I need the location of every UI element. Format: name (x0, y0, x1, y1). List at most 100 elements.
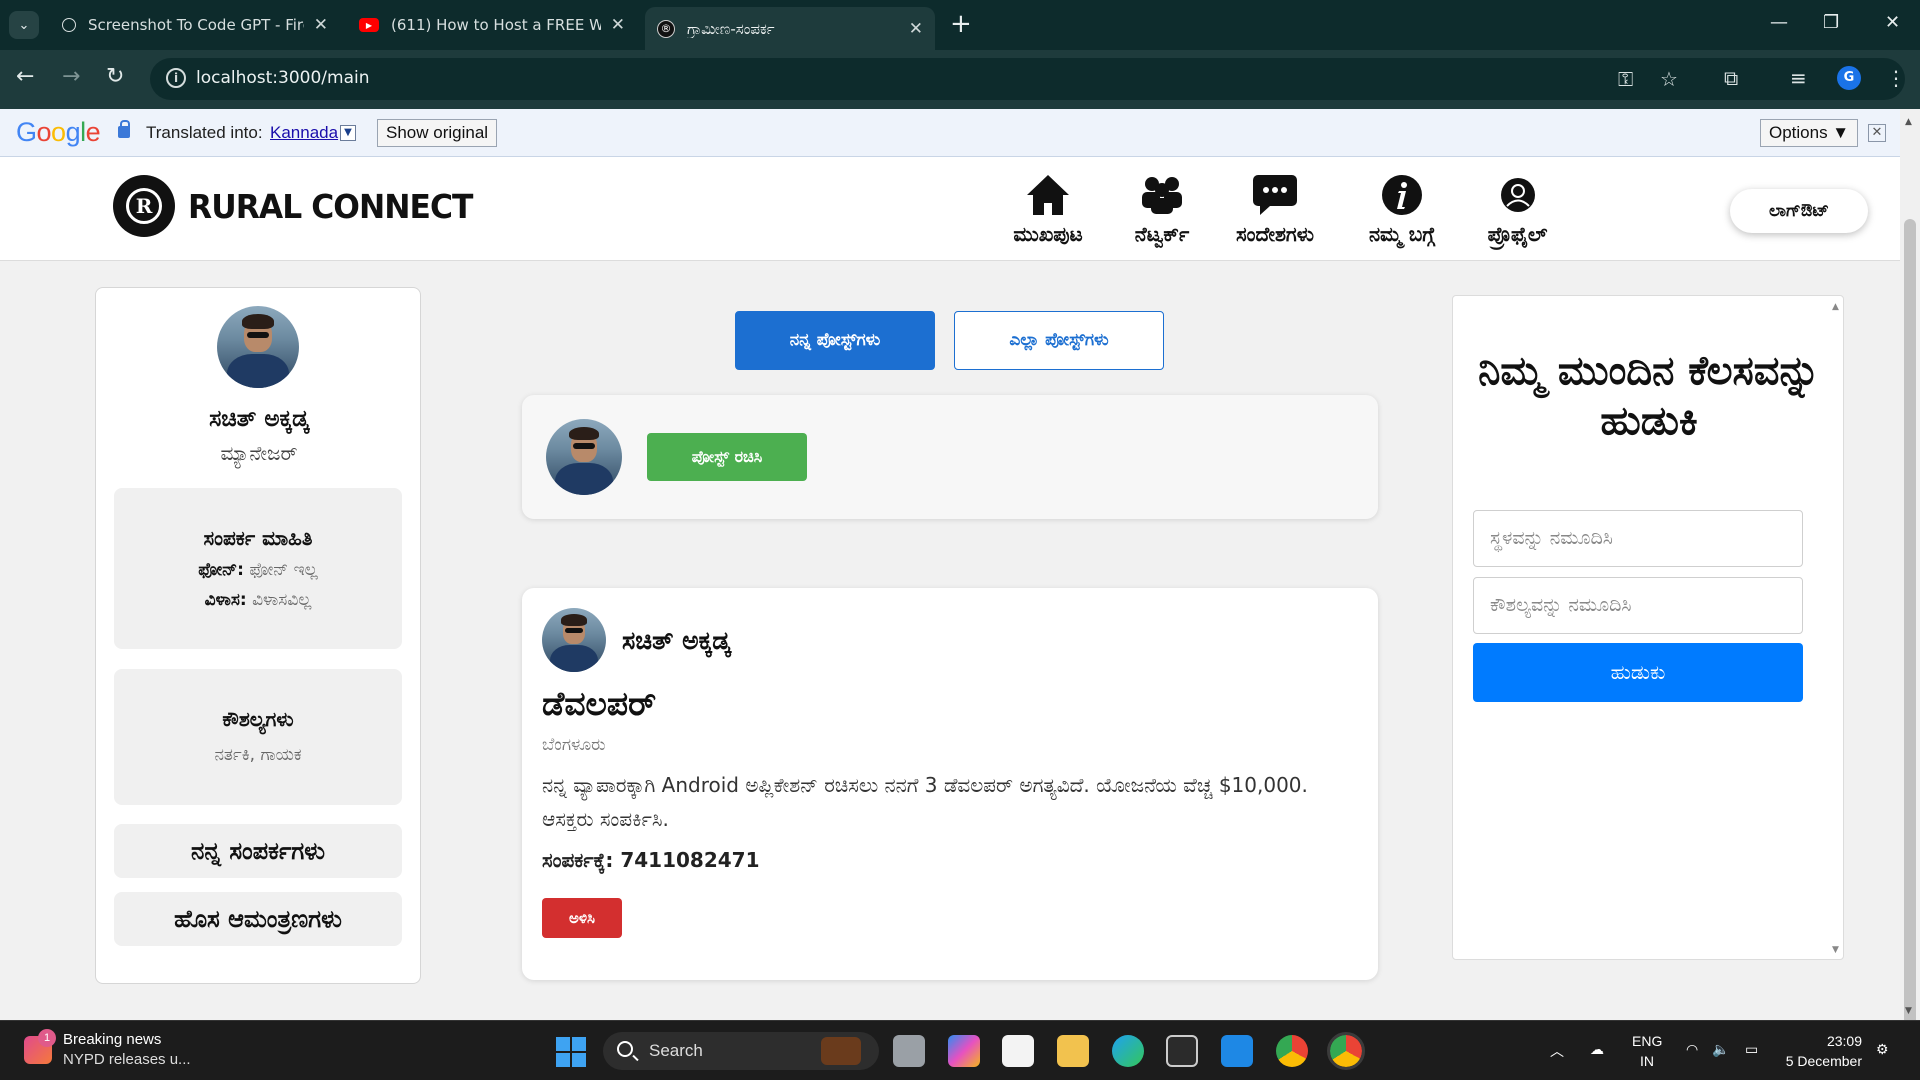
brand-name[interactable]: RURAL CONNECT (188, 187, 473, 226)
onedrive-icon[interactable]: ☁ (1590, 1041, 1604, 1058)
phone-label: ಫೋನ್: (198, 560, 244, 580)
chrome-icon[interactable] (1276, 1035, 1308, 1067)
all-posts-tab[interactable]: ಎಲ್ಲಾ ಪೋಸ್ಟ್‌ಗಳು (954, 311, 1164, 370)
close-tab-icon[interactable]: ✕ (314, 15, 328, 35)
nav-label: ನೆಟ್ವರ್ಕ್ (1134, 222, 1190, 246)
network-icon (1112, 171, 1212, 219)
scroll-up-icon[interactable]: ▲ (1905, 117, 1912, 127)
new-invitations-button[interactable]: ಹೊಸ ಆಮಂತ್ರಣಗಳು (114, 892, 402, 946)
back-icon[interactable]: ← (16, 64, 34, 89)
scrollbar-thumb[interactable] (1904, 219, 1916, 1064)
nav-about[interactable]: ನಮ್ಮ ಬಗ್ಗೆ (1352, 171, 1452, 246)
news-title[interactable]: Breaking news (63, 1031, 161, 1048)
show-original-button[interactable]: Show original (377, 119, 498, 147)
info-icon (1352, 171, 1452, 219)
wifi-icon[interactable]: ◠ (1686, 1041, 1698, 1058)
openai-icon (62, 18, 76, 32)
site-info-icon[interactable]: i (166, 68, 186, 88)
nav-label: ಪ್ರೊಫೈಲ್ (1487, 222, 1548, 246)
battery-icon[interactable]: ▭ (1745, 1041, 1758, 1058)
my-posts-tab[interactable]: ನನ್ನ ಪೋಸ್ಟ್‌ಗಳು (735, 311, 935, 370)
news-subtitle[interactable]: NYPD releases u... (63, 1051, 191, 1068)
translated-into-label: Translated into: (146, 123, 263, 142)
nav-home[interactable]: ಮುಖಪುಟ (1000, 171, 1096, 246)
post-title: ಡೆವಲಪರ್ (542, 684, 657, 723)
page-scrollbar[interactable]: ▲ ▼ (1900, 109, 1920, 1064)
close-window-icon[interactable]: ✕ (1885, 12, 1900, 33)
scroll-down-icon[interactable]: ▼ (1905, 1006, 1912, 1016)
fireplace-icon (821, 1037, 861, 1065)
language-dropdown-icon[interactable]: ▼ (340, 125, 356, 141)
address-label: ವಿಳಾಸ: (204, 590, 247, 610)
file-explorer-icon[interactable] (1057, 1035, 1089, 1067)
browser-tab-2[interactable]: ▶ (611) How to Host a FREE Webs ✕ (347, 7, 637, 43)
browser-tab-strip: ⌄ Screenshot To Code GPT - Fireb ✕ ▶ (61… (0, 0, 1920, 50)
taskbar-clock[interactable]: 23:09 5 December (1782, 1031, 1862, 1071)
contact-info-heading: ಸಂಪರ್ಕ ಮಾಹಿತಿ (203, 526, 313, 550)
news-badge: 1 (38, 1029, 56, 1047)
edge-icon[interactable] (1112, 1035, 1144, 1067)
browser-tab-1[interactable]: Screenshot To Code GPT - Fireb ✕ (50, 7, 340, 43)
url-text: localhost:3000/main (196, 68, 370, 88)
reload-icon[interactable]: ↻ (106, 64, 124, 89)
card-scrollbar[interactable]: ▲ ▼ (1828, 296, 1844, 959)
profile-avatar-icon[interactable]: G (1837, 66, 1861, 90)
search-jobs-button[interactable]: ಹುಡುಕು (1473, 643, 1803, 702)
logout-button[interactable]: ಲಾಗ್ಔಟ್ (1730, 189, 1868, 233)
phone-value: ಫೋನ್ ಇಲ್ಲ (249, 560, 318, 580)
extensions-icon[interactable]: ⧉ (1724, 66, 1738, 90)
contact-info-box: ಸಂಪರ್ಕ ಮಾಹಿತಿ ಫೋನ್: ಫೋನ್ ಇಲ್ಲ ವಿಳಾಸ: ವಿಳ… (114, 488, 402, 649)
browser-tab-3-active[interactable]: ® ಗ್ರಾಮೀಣ-ಸಂಪರ್ಕ ✕ (645, 7, 935, 50)
tab-search-button[interactable]: ⌄ (9, 11, 39, 39)
profile-icon (1470, 171, 1565, 219)
job-search-title: ನಿಮ್ಮ ಮುಂದಿನ ಕೆಲಸವನ್ನು ಹುಡುಕಿ (1478, 348, 1820, 444)
nav-network[interactable]: ನೆಟ್ವರ್ಕ್ (1112, 171, 1212, 246)
vscode-icon[interactable] (1221, 1035, 1253, 1067)
show-hidden-icons-icon[interactable]: ︿ (1550, 1041, 1564, 1061)
skill-input[interactable]: ಕೌಶಲ್ಯವನ್ನು ನಮೂದಿಸಿ (1473, 577, 1803, 634)
store-icon[interactable] (1002, 1035, 1034, 1067)
close-tab-icon[interactable]: ✕ (909, 19, 923, 39)
avatar (546, 419, 622, 495)
page-content: R RURAL CONNECT ಮುಖಪುಟ ನೆಟ್ವರ್ಕ್ ಸಂದೇಶಗಳ… (0, 157, 1900, 1020)
my-contacts-button[interactable]: ನನ್ನ ಸಂಪರ್ಕಗಳು (114, 824, 402, 878)
close-translate-icon[interactable]: ✕ (1868, 124, 1886, 142)
delete-post-button[interactable]: ಅಳಿಸಿ (542, 898, 622, 938)
minimize-icon[interactable]: — (1770, 12, 1788, 33)
password-key-icon[interactable]: ⚿ (1618, 67, 1633, 91)
volume-icon[interactable]: 🔈 (1712, 1041, 1729, 1058)
media-icon[interactable]: ≡ (1790, 66, 1807, 90)
scroll-up-icon[interactable]: ▲ (1832, 302, 1839, 312)
nav-profile[interactable]: ಪ್ರೊಫೈಲ್ (1470, 171, 1565, 246)
profile-card: ಸಚಿತ್ ಅಕ್ಕಡ್ಕ ಮ್ಯಾನೇಜರ್ ಸಂಪರ್ಕ ಮಾಹಿತಿ ಫೋ… (95, 287, 421, 984)
language-link[interactable]: Kannada (270, 123, 338, 143)
start-windows-icon[interactable] (556, 1037, 586, 1067)
avatar[interactable] (217, 306, 299, 388)
brand-logo-icon[interactable]: R (113, 175, 175, 237)
taskbar-search[interactable]: Search (603, 1032, 879, 1070)
forward-icon[interactable]: → (62, 64, 80, 89)
restore-icon[interactable]: ❐ (1823, 12, 1839, 33)
bookmark-star-icon[interactable]: ☆ (1660, 67, 1678, 91)
copilot-icon[interactable] (948, 1035, 980, 1067)
new-tab-button[interactable]: + (950, 11, 972, 37)
menu-icon[interactable]: ⋮ (1886, 66, 1906, 90)
notifications-icon[interactable]: ⚙ (1876, 1041, 1889, 1058)
nav-messages[interactable]: ಸಂದೇಶಗಳು (1220, 171, 1330, 246)
post-author-avatar (542, 608, 606, 672)
google-translate-bar: Google Translated into: Kannada ▼ Show o… (0, 109, 1900, 157)
task-view-icon[interactable] (893, 1035, 925, 1067)
terminal-icon[interactable] (1166, 1035, 1198, 1067)
scroll-down-icon[interactable]: ▼ (1832, 945, 1839, 955)
taskbar-search-label: Search (649, 1041, 703, 1060)
address-bar[interactable]: i localhost:3000/main ⚿ ☆ (150, 58, 1905, 100)
location-input[interactable]: ಸ್ಥಳವನ್ನು ನಮೂದಿಸಿ (1473, 510, 1803, 567)
language-indicator[interactable]: ENG IN (1632, 1031, 1662, 1071)
post-card: ಸಚಿತ್ ಅಕ್ಕಡ್ಕ ಡೆವಲಪರ್ ಬೆಂಗಳೂರು ನನ್ನ ವ್ಯಾ… (522, 588, 1378, 980)
create-post-button[interactable]: ಪೋಸ್ಟ್ ರಚಿಸಿ (647, 433, 807, 481)
create-post-card: ಪೋಸ್ಟ್ ರಚಿಸಿ (522, 395, 1378, 519)
close-tab-icon[interactable]: ✕ (611, 15, 625, 35)
google-logo: Google (16, 117, 101, 147)
options-button[interactable]: Options ▼ (1760, 119, 1859, 147)
chrome-profile-icon[interactable] (1327, 1032, 1365, 1070)
